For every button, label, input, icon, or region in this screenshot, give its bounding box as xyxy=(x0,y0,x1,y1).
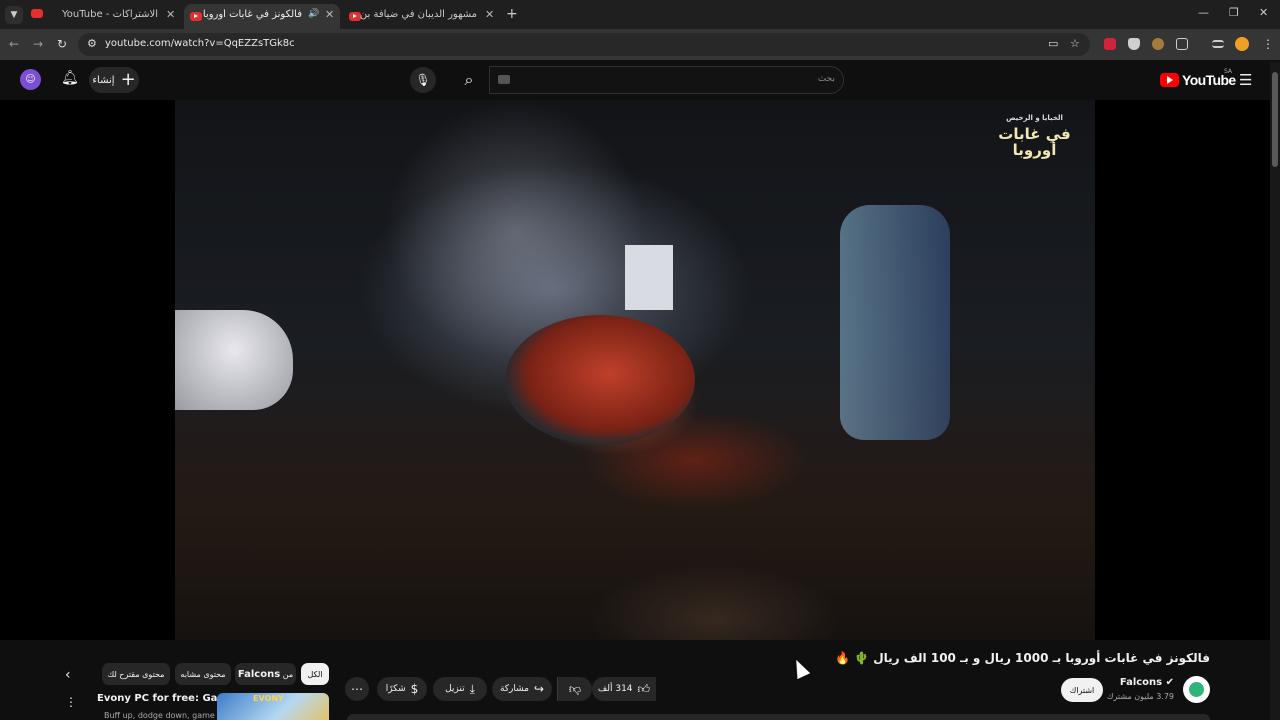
chip-from-prefix: من xyxy=(282,669,294,679)
recommendation-subtitle: Buff up, dodge down, game on xyxy=(104,711,228,720)
download-icon: ⤓ xyxy=(469,681,475,696)
like-button[interactable]: 👍︎ 314 ألف xyxy=(592,677,656,701)
media-control-icon[interactable] xyxy=(1212,40,1224,48)
like-icon: 👍︎ xyxy=(637,681,651,696)
url-text: youtube.com/watch?v=QqEZZsTGk8c xyxy=(105,38,295,49)
channel-avatar[interactable] xyxy=(1183,676,1210,703)
thanks-label: شكرًا xyxy=(385,684,406,694)
thanks-icon: $ xyxy=(410,682,419,696)
create-label: إنشاء xyxy=(92,74,115,86)
video-frame: الخبايا و الرخيص في غابات أوروبا xyxy=(175,100,1095,640)
create-button[interactable]: إنشاء + xyxy=(89,67,139,93)
site-info-icon[interactable]: ⚙ xyxy=(87,37,97,50)
chip-from-channel[interactable]: من Falcons xyxy=(235,663,296,685)
carton-box xyxy=(625,245,673,310)
tab-title: الاشتراكات - YouTube xyxy=(61,9,158,20)
chip-all[interactable]: الكل xyxy=(301,663,329,685)
share-button[interactable]: ↪ مشاركة xyxy=(492,677,552,701)
video-title: فالكونز في غابات أوروبا بـ 1000 ريال و ب… xyxy=(835,651,1210,665)
more-icon[interactable]: ⋮ xyxy=(65,695,77,709)
browser-toolbar: ← → ↻ ⚙ youtube.com/watch?v=QqEZZsTGk8c … xyxy=(0,29,1280,60)
search-input[interactable]: بحث xyxy=(489,66,844,94)
description-box[interactable] xyxy=(347,714,1210,720)
minimize-icon[interactable]: — xyxy=(1198,6,1209,19)
dislike-button[interactable]: 👎︎ xyxy=(557,677,592,701)
tab-subscriptions[interactable]: الاشتراكات - YouTube ✕ xyxy=(48,4,183,29)
tab-search-dropdown-icon[interactable]: ▼ xyxy=(5,6,23,24)
profile-icon[interactable] xyxy=(1235,37,1249,51)
avatar[interactable]: ☺ xyxy=(20,69,41,90)
search-icon[interactable]: ⌕ xyxy=(450,66,488,94)
dislike-icon: 👎︎ xyxy=(568,681,582,696)
mouse-cursor xyxy=(789,656,811,680)
star-icon[interactable]: ☆ xyxy=(1070,37,1080,50)
chip-recommended[interactable]: محتوى مقترح لك xyxy=(102,663,170,685)
share-icon: ↪ xyxy=(534,682,545,696)
tab-other-video[interactable]: مشهور الديبان في ضيافة بن قاس ✕ xyxy=(343,4,503,29)
youtube-masthead: ☺ 🔔︎ إنشاء + 🎙︎ ⌕ بحث YouTube SA ☰ xyxy=(0,60,1280,100)
tab-title: فالكونز في غابات أوروبا بـ 00 xyxy=(202,9,302,20)
subscriber-count: 3.79 مليون مشترك xyxy=(1106,692,1174,701)
youtube-play-icon xyxy=(1160,73,1179,87)
chip-from-channel-name: Falcons xyxy=(237,668,281,680)
watermark-main: في غابات أوروبا xyxy=(998,125,1071,159)
cast-icon[interactable]: ▭ xyxy=(1048,37,1058,50)
share-label: مشاركة xyxy=(499,684,529,694)
extension-shield-icon[interactable] xyxy=(1128,38,1140,50)
more-actions-button[interactable]: ⋯ xyxy=(345,677,369,701)
country-code: SA xyxy=(1224,68,1233,75)
extension-cookie-icon[interactable] xyxy=(1152,38,1164,50)
falcons-logo-icon xyxy=(1189,682,1204,697)
thumbnail-text: EVONY xyxy=(253,694,284,703)
verified-icon: ✔ xyxy=(1162,677,1174,688)
cooking-pot xyxy=(505,315,695,445)
chip-similar[interactable]: محتوى مشابه xyxy=(175,663,231,685)
recommendation-thumbnail[interactable]: EVONY xyxy=(217,693,329,720)
close-icon[interactable]: ✕ xyxy=(325,8,334,21)
close-icon[interactable]: ✕ xyxy=(166,8,175,21)
tab-current-video[interactable]: فالكونز في غابات أوروبا بـ 00 🔊 ✕ xyxy=(184,4,340,29)
keyboard-icon[interactable] xyxy=(498,75,510,84)
more-icon: ⋯ xyxy=(351,682,363,696)
menu-icon[interactable]: ☰ xyxy=(1239,71,1252,89)
page-scrollbar[interactable] xyxy=(1270,62,1280,720)
channel-name[interactable]: ✔ Falcons xyxy=(1120,677,1174,688)
youtube-logo[interactable]: YouTube SA xyxy=(1160,68,1236,89)
thanks-button[interactable]: $ شكرًا xyxy=(377,677,427,701)
new-tab-icon[interactable]: + xyxy=(506,6,518,22)
youtube-favicon-icon xyxy=(190,12,202,21)
watermark-small: الخبايا و الرخيص xyxy=(1006,114,1063,122)
close-window-icon[interactable]: ✕ xyxy=(1259,6,1268,19)
forward-icon[interactable]: → xyxy=(33,37,43,51)
like-count: 314 ألف xyxy=(597,684,633,694)
rice-bowl xyxy=(175,310,293,410)
channel-watermark: الخبايا و الرخيص في غابات أوروبا xyxy=(987,110,1082,160)
extensions-icon[interactable] xyxy=(1176,38,1188,50)
extension-red-icon[interactable] xyxy=(1104,38,1116,50)
chips-prev-icon[interactable]: ‹ xyxy=(65,667,71,683)
search-placeholder: بحث xyxy=(817,74,835,84)
pinned-tab[interactable] xyxy=(31,9,43,18)
download-button[interactable]: ⤓ تنزيل xyxy=(433,677,487,701)
plus-icon: + xyxy=(120,69,136,90)
video-player[interactable]: الخبايا و الرخيص في غابات أوروبا xyxy=(0,100,1270,640)
reload-icon[interactable]: ↻ xyxy=(57,37,67,51)
water-bottle xyxy=(840,205,950,440)
scrollbar-thumb[interactable] xyxy=(1272,72,1278,167)
maximize-icon[interactable]: ❐ xyxy=(1229,6,1239,19)
channel-name-text: Falcons xyxy=(1119,677,1163,688)
speaker-icon[interactable]: 🔊 xyxy=(308,9,319,19)
bell-icon[interactable]: 🔔︎ xyxy=(61,70,79,86)
tab-title: مشهور الديبان في ضيافة بن قاس xyxy=(357,9,477,20)
back-icon[interactable]: ← xyxy=(9,37,19,51)
address-bar[interactable]: ⚙ youtube.com/watch?v=QqEZZsTGk8c ▭ ☆ xyxy=(78,33,1090,56)
browser-menu-icon[interactable]: ⋮ xyxy=(1262,37,1274,51)
download-label: تنزيل xyxy=(445,684,465,694)
close-icon[interactable]: ✕ xyxy=(485,8,494,21)
browser-tab-strip: ▼ الاشتراكات - YouTube ✕ فالكونز في غابا… xyxy=(0,0,1280,29)
subscribe-button[interactable]: اشتراك xyxy=(1061,678,1103,702)
mic-icon[interactable]: 🎙︎ xyxy=(410,67,436,93)
